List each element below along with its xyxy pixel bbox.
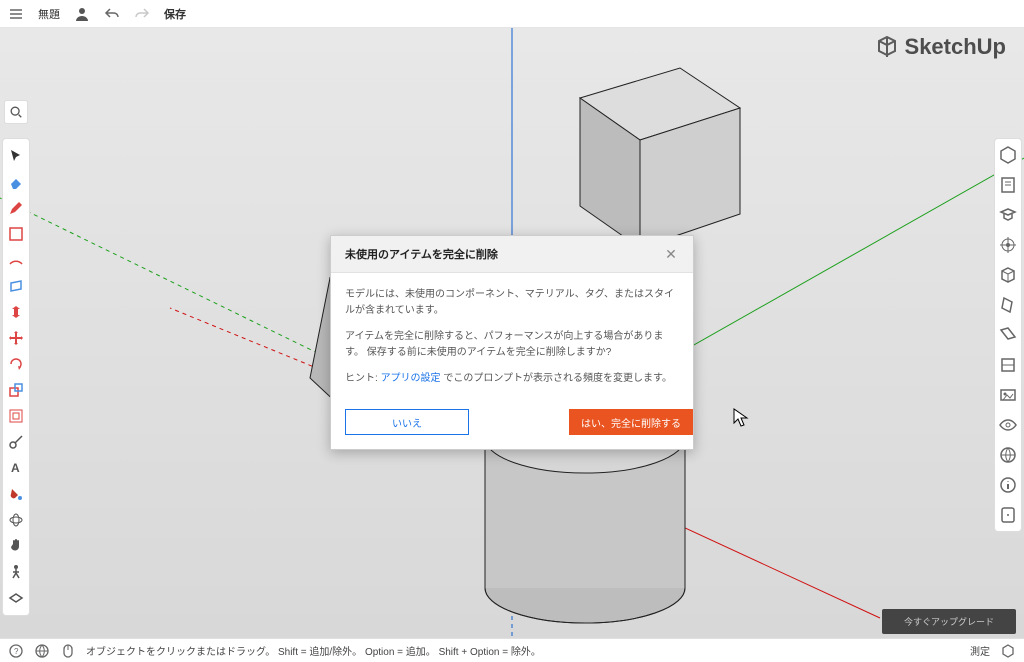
app-settings-link[interactable]: アプリの設定 (381, 373, 441, 384)
no-button[interactable]: いいえ (345, 409, 469, 435)
modal-backdrop: 未使用のアイテムを完全に削除 ✕ モデルには、未使用のコンポーネント、マテリアル… (0, 0, 1024, 662)
yes-purge-button[interactable]: はい、完全に削除する (569, 409, 693, 435)
modal-title: 未使用のアイテムを完全に削除 (345, 246, 498, 262)
close-icon[interactable]: ✕ (663, 246, 679, 262)
modal-para-2: アイテムを完全に削除すると、パフォーマンスが向上する場合があります。 保存する前… (345, 329, 679, 361)
purge-modal: 未使用のアイテムを完全に削除 ✕ モデルには、未使用のコンポーネント、マテリアル… (330, 235, 694, 450)
modal-para-1: モデルには、未使用のコンポーネント、マテリアル、タグ、またはスタイルが含まれてい… (345, 287, 679, 319)
modal-hint: ヒント: アプリの設定 でこのプロンプトが表示される頻度を変更します。 (345, 371, 679, 387)
